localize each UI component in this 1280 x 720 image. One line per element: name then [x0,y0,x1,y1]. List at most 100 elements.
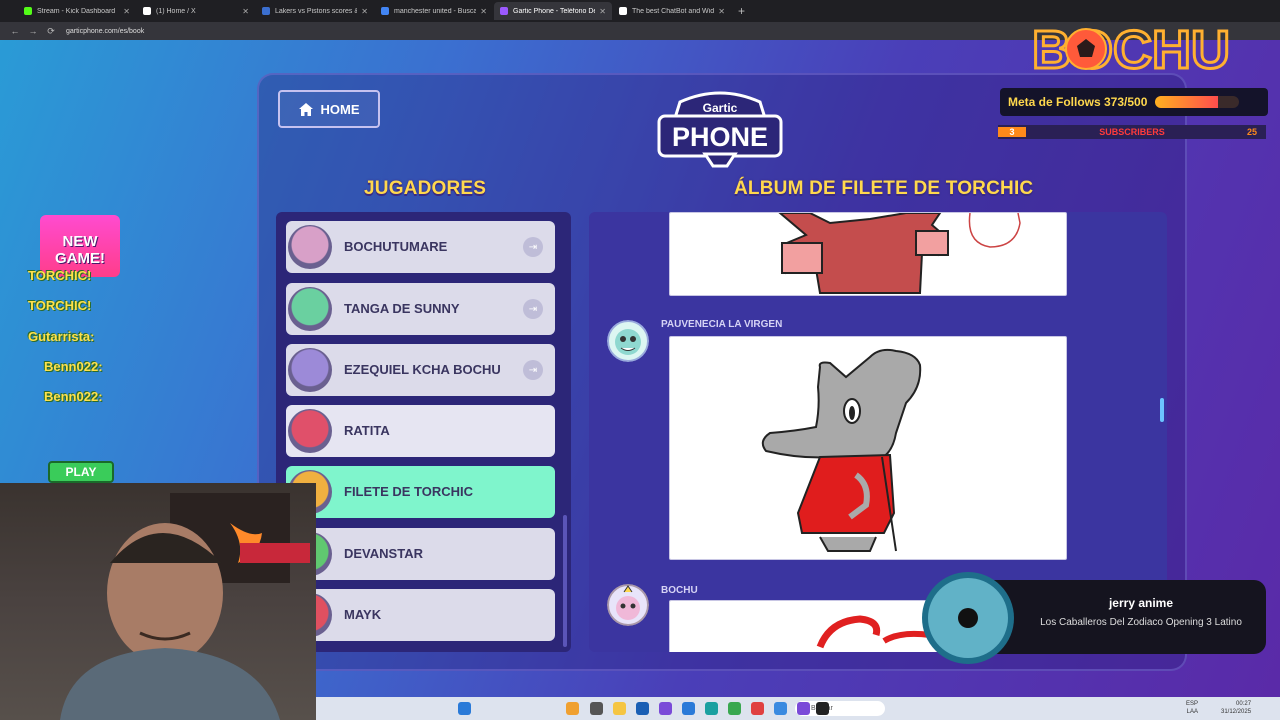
drawing-wolf [761,348,922,552]
tab-favicon-icon [262,7,270,15]
task-view-icon[interactable] [590,702,603,715]
author-avatar-2 [607,584,649,626]
tab-title: (1) Home / X [156,7,196,15]
subs-label: SUBSCRIBERS [1099,127,1165,137]
house-icon [298,102,313,116]
player-row[interactable]: TANGA DE SUNNY ⇥ [286,283,555,335]
album-scrollbar[interactable] [1160,398,1164,422]
player-name: RATITA [344,423,390,438]
back-icon[interactable]: ← [6,26,24,36]
kick-player-icon[interactable]: ⇥ [523,360,543,380]
browser-tab[interactable]: manchester united - Buscar con✕ [375,2,493,20]
song-title: Los Caballeros Del Zodiaco Opening 3 Lat… [1040,617,1242,628]
player-name: MAYK [344,607,382,622]
close-tab-icon[interactable]: ✕ [718,7,725,16]
now-playing-widget: jerry anime Los Caballeros Del Zodiaco O… [922,572,1266,664]
subs-goal: 25 [1246,127,1257,137]
player-name: EZEQUIEL KCHA BOCHU [344,362,501,377]
follows-progress-bar [1155,96,1240,108]
player-row[interactable]: DEVANSTAR [286,528,555,580]
close-tab-icon[interactable]: ✕ [599,7,606,16]
chat-line-4: Benn022: [44,359,103,374]
player-avatar [288,225,332,269]
clock-time: 00:27 [1236,701,1252,707]
start-icon[interactable] [458,702,471,715]
kick-player-icon[interactable]: ⇥ [523,299,543,319]
drawing-previous [778,213,1021,294]
kick-player-icon[interactable]: ⇥ [523,237,543,257]
player-name: DEVANSTAR [344,546,423,561]
tab-title: The best ChatBot and Widg [632,7,715,15]
weather-icon[interactable] [566,702,579,715]
chat-line-2: TORCHIC! [28,298,92,313]
player-avatar [288,348,332,392]
follows-progress-fill [1155,96,1219,108]
player-row[interactable]: FILETE DE TORCHIC [286,466,555,518]
new-tab-icon[interactable]: + [738,4,745,18]
edge-icon[interactable] [705,702,718,715]
chrome-icon[interactable] [728,702,741,715]
author-avatar-1 [607,320,649,362]
players-title: JUGADORES [364,178,487,199]
url-field[interactable]: garticphone.com/es/book [66,28,144,35]
drawing-card-previous [669,212,1067,296]
subscribers-bar: 3 SUBSCRIBERS 25 [998,125,1266,139]
browser-tab-bar: Stream - Kick Dashboard ✕ (1) Home / X ✕ Lak… [0,0,1280,22]
app-icon-1[interactable] [659,702,672,715]
file-explorer-icon[interactable] [613,702,626,715]
app-icon-3[interactable] [797,702,810,715]
player-name: TANGA DE SUNNY [344,301,460,316]
player-avatar [288,287,332,331]
store-icon[interactable] [636,702,649,715]
player-row[interactable]: BOCHUTUMARE ⇥ [286,221,555,273]
browser-tab[interactable]: Gartic Phone - Teléfono Descon ✕ [494,2,612,20]
forward-icon[interactable]: → [24,26,42,36]
follows-goal: Meta de Follows 373/500 [1000,88,1268,116]
vinyl-disc-icon [922,572,1014,664]
browser-tab[interactable]: The best ChatBot and Widg ✕ [613,2,731,20]
player-row[interactable]: RATITA [286,405,555,457]
close-tab-icon[interactable]: ✕ [242,7,249,16]
bochu-brand-logo: BOCHU [1031,20,1232,76]
app-icon-2[interactable] [682,702,695,715]
players-scrollbar[interactable] [563,515,567,647]
browser-tab[interactable]: (1) Home / X ✕ [137,2,255,20]
entry-author-1: PAUVENECIA LA VIRGEN [661,319,783,330]
home-label: HOME [320,101,360,117]
lang-layout: LAA [1186,709,1199,715]
tab-favicon-icon [24,7,32,15]
language-indicator[interactable]: ESP LAA [1186,700,1198,716]
lang-code: ESP [1186,701,1199,707]
reload-icon[interactable]: ⟳ [42,26,60,37]
clock[interactable]: 00:27 31/12/2025 [1221,700,1251,716]
player-row[interactable]: EZEQUIEL KCHA BOCHU ⇥ [286,344,555,396]
player-name: BOCHUTUMARE [344,239,448,254]
app-icon-4[interactable] [816,702,829,715]
follows-label: Meta de Follows 373/500 [1008,95,1148,109]
tab-title: Gartic Phone - Teléfono Descon [513,7,595,15]
entry-author-2: BOCHU [661,585,698,596]
webcam-feed [0,483,316,720]
windows-taskbar: Buscar ESP LAA 00:27 31/12/2025 [316,697,1280,720]
gartic-phone-logo: Gartic PHONE [657,91,783,168]
close-tab-icon[interactable]: ✕ [123,7,130,16]
drawing-card-1 [669,336,1067,560]
chrome-icon-2[interactable] [774,702,787,715]
webcam-image [60,493,310,720]
close-tab-icon[interactable]: ✕ [361,7,368,16]
chat-line-1: TORCHIC! [28,268,92,283]
subs-current: 3 [998,127,1026,137]
close-tab-icon[interactable]: ✕ [480,7,487,16]
browser-tab[interactable]: Lakers vs Pistons scores & pred ✕ [256,2,374,20]
play-button[interactable]: PLAY [48,461,114,483]
chrome-profile-icon[interactable] [751,702,764,715]
album-title: ÁLBUM DE FILETE DE TORCHIC [734,178,1034,199]
player-name: FILETE DE TORCHIC [344,484,474,499]
tab-favicon-icon [381,7,389,15]
browser-tab[interactable]: Stream - Kick Dashboard ✕ [18,2,136,20]
home-button[interactable]: HOME [278,90,380,128]
players-list[interactable]: BOCHUTUMARE ⇥ TANGA DE SUNNY ⇥ EZEQUIEL KCHA… [276,212,571,652]
player-row[interactable]: MAYK [286,589,555,641]
song-requester: jerry anime [1108,596,1174,610]
chat-line-3: Gutarrista: [28,329,95,344]
